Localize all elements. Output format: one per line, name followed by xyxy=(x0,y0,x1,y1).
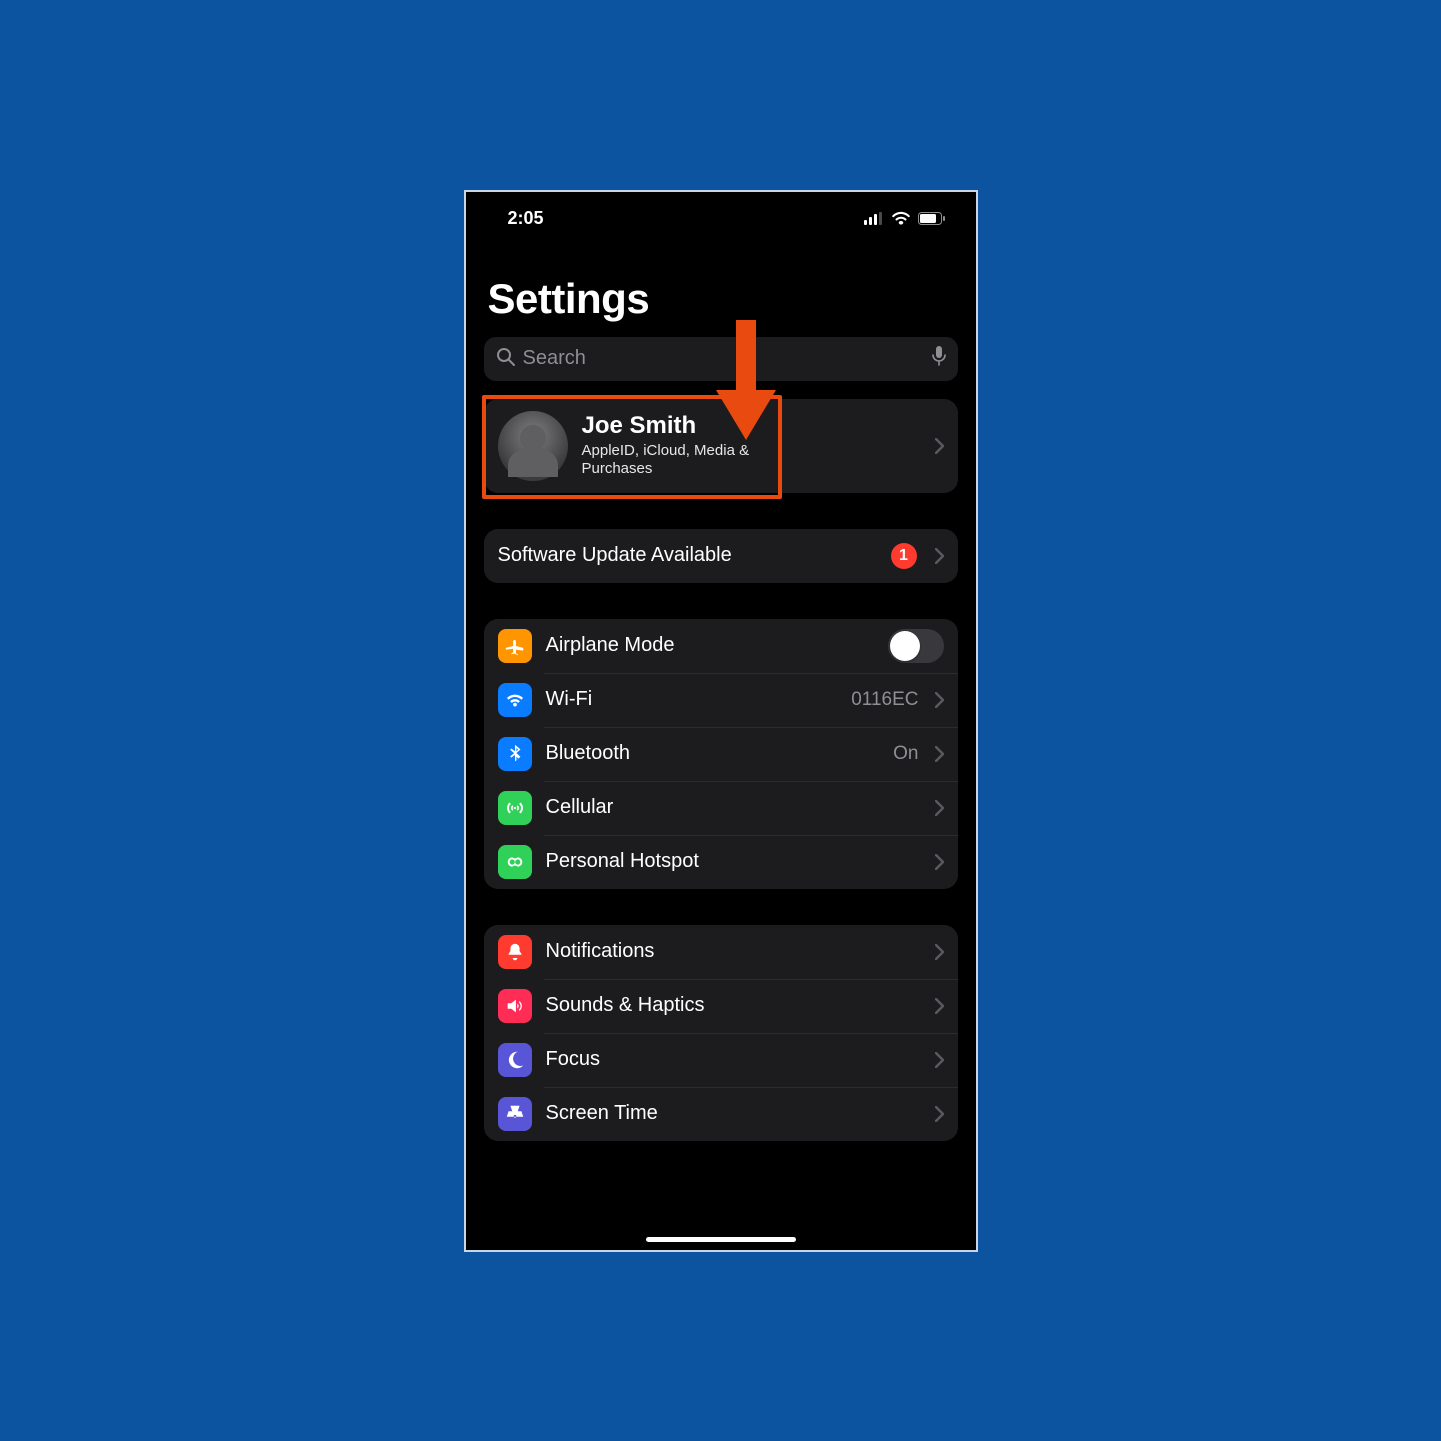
airplane-label: Airplane Mode xyxy=(546,634,874,657)
wifi-label: Wi-Fi xyxy=(546,688,838,711)
avatar xyxy=(498,411,568,481)
chevron-right-icon xyxy=(935,692,944,708)
apple-id-text: Joe Smith AppleID, iCloud, Media & Purch… xyxy=(582,413,921,477)
notifications-label: Notifications xyxy=(546,940,921,963)
software-update-label: Software Update Available xyxy=(498,544,877,567)
screen-time-label: Screen Time xyxy=(546,1102,921,1125)
hotspot-label: Personal Hotspot xyxy=(546,850,921,873)
focus-icon xyxy=(498,1043,532,1077)
cellular-signal-icon xyxy=(864,212,884,225)
airplane-toggle[interactable] xyxy=(888,629,944,663)
software-update-group: Software Update Available 1 xyxy=(484,529,958,583)
update-badge: 1 xyxy=(891,543,917,569)
status-time: 2:05 xyxy=(508,208,544,229)
status-bar: 2:05 xyxy=(466,198,976,233)
sounds-icon xyxy=(498,989,532,1023)
focus-row[interactable]: Focus xyxy=(484,1033,958,1087)
bluetooth-icon xyxy=(498,737,532,771)
chevron-right-icon xyxy=(935,998,944,1014)
focus-label: Focus xyxy=(546,1048,921,1071)
tutorial-frame: 2:05 Settings xyxy=(464,190,978,1252)
sounds-row[interactable]: Sounds & Haptics xyxy=(484,979,958,1033)
sounds-label: Sounds & Haptics xyxy=(546,994,921,1017)
chevron-right-icon xyxy=(935,1106,944,1122)
screen-time-row[interactable]: Screen Time xyxy=(484,1087,958,1141)
hotspot-icon xyxy=(498,845,532,879)
chevron-right-icon xyxy=(935,944,944,960)
search-input[interactable] xyxy=(523,347,924,370)
battery-icon xyxy=(918,212,946,225)
cellular-row[interactable]: Cellular xyxy=(484,781,958,835)
bluetooth-value: On xyxy=(893,743,918,765)
cellular-icon xyxy=(498,791,532,825)
account-name: Joe Smith xyxy=(582,413,921,439)
chevron-right-icon xyxy=(935,1052,944,1068)
search-icon xyxy=(496,347,515,371)
chevron-right-icon xyxy=(935,438,944,454)
chevron-right-icon xyxy=(935,746,944,762)
wifi-value: 0116EC xyxy=(851,689,918,711)
apple-id-card: Joe Smith AppleID, iCloud, Media & Purch… xyxy=(484,399,958,493)
account-subtitle: AppleID, iCloud, Media & Purchases xyxy=(582,442,772,478)
notifications-row[interactable]: Notifications xyxy=(484,925,958,979)
page-title: Settings xyxy=(484,233,958,337)
cellular-label: Cellular xyxy=(546,796,921,819)
wifi-status-icon xyxy=(891,211,911,225)
bluetooth-row[interactable]: Bluetooth On xyxy=(484,727,958,781)
microphone-icon[interactable] xyxy=(932,346,946,371)
chevron-right-icon xyxy=(935,854,944,870)
bluetooth-label: Bluetooth xyxy=(546,742,880,765)
chevron-right-icon xyxy=(935,800,944,816)
wifi-icon xyxy=(498,683,532,717)
home-indicator[interactable] xyxy=(646,1237,796,1242)
search-bar[interactable] xyxy=(484,337,958,381)
network-group: Airplane Mode Wi-Fi 0116EC Bluetooth xyxy=(484,619,958,889)
notifications-icon xyxy=(498,935,532,969)
screen-time-icon xyxy=(498,1097,532,1131)
wifi-row[interactable]: Wi-Fi 0116EC xyxy=(484,673,958,727)
chevron-right-icon xyxy=(935,548,944,564)
general-group: Notifications Sounds & Haptics Focus xyxy=(484,925,958,1141)
apple-id-row[interactable]: Joe Smith AppleID, iCloud, Media & Purch… xyxy=(484,399,958,493)
phone-screen: 2:05 Settings xyxy=(466,192,976,1250)
airplane-mode-row[interactable]: Airplane Mode xyxy=(484,619,958,673)
software-update-row[interactable]: Software Update Available 1 xyxy=(484,529,958,583)
airplane-icon xyxy=(498,629,532,663)
hotspot-row[interactable]: Personal Hotspot xyxy=(484,835,958,889)
